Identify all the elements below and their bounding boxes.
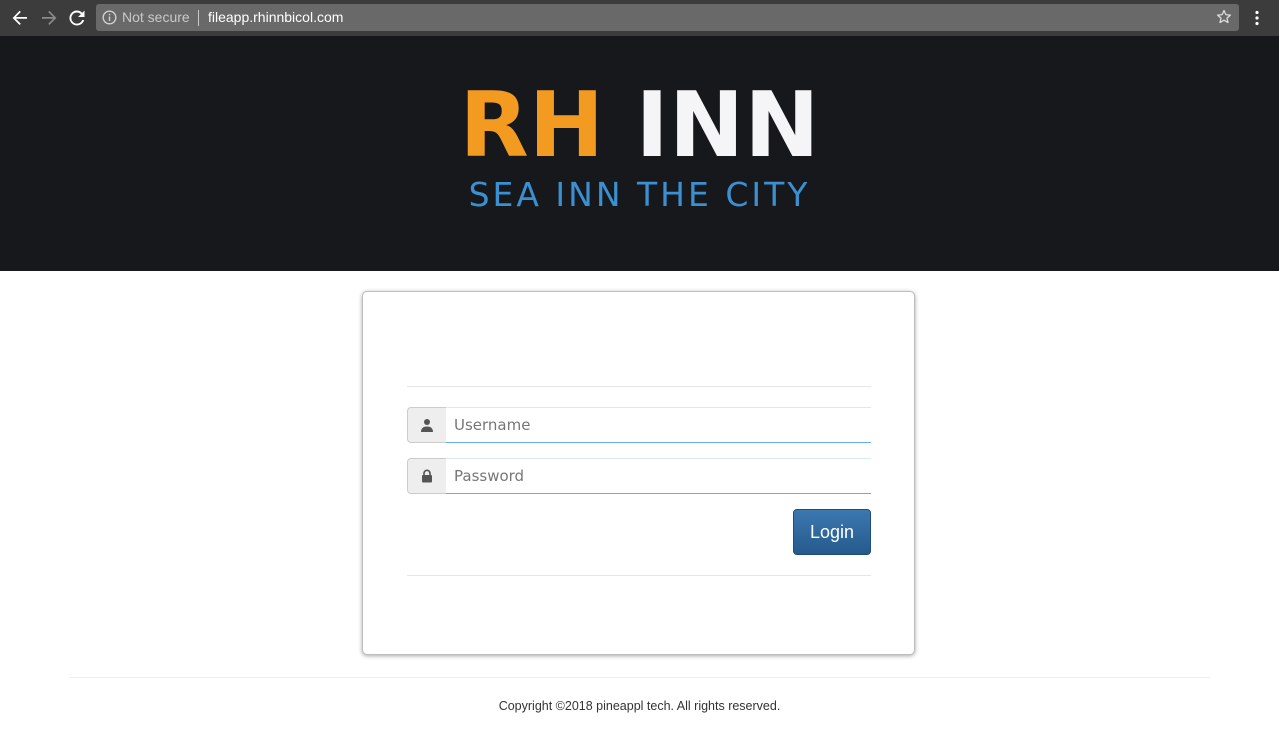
header-banner: RH INN SEA INN THE CITY — [0, 36, 1279, 271]
url-text[interactable]: fileapp.rhinnbicol.com — [208, 9, 343, 26]
logo-rh: RH — [459, 73, 605, 178]
info-icon[interactable] — [102, 10, 117, 25]
arrow-left-icon — [12, 10, 27, 25]
logo-wordmark: RH INN — [0, 80, 1279, 172]
security-status[interactable]: Not secure — [122, 9, 190, 26]
lock-icon — [422, 469, 432, 483]
browser-toolbar: Not secure fileapp.rhinnbicol.com — [0, 0, 1279, 36]
reload-icon — [69, 10, 85, 26]
login-button[interactable]: Login — [793, 509, 871, 555]
address-divider — [198, 10, 199, 26]
username-input[interactable] — [446, 407, 871, 443]
password-input[interactable] — [446, 458, 871, 494]
user-icon — [421, 419, 433, 432]
vertical-dots-icon — [1255, 10, 1259, 26]
logo: RH INN SEA INN THE CITY — [0, 36, 1279, 271]
browser-menu-button[interactable] — [1247, 6, 1267, 30]
back-button[interactable] — [8, 6, 32, 30]
divider-top — [407, 386, 871, 387]
footer-divider — [69, 677, 1210, 678]
reload-button[interactable] — [65, 6, 89, 30]
address-bar[interactable]: Not secure fileapp.rhinnbicol.com — [96, 4, 1239, 31]
star-icon[interactable] — [1215, 8, 1233, 26]
password-addon — [407, 458, 447, 494]
forward-button[interactable] — [37, 6, 61, 30]
username-row — [407, 407, 871, 443]
username-addon — [407, 407, 447, 443]
divider-bottom — [407, 575, 871, 576]
login-card: Login — [362, 291, 915, 655]
copyright-text: Copyright ©2018 pineappl tech. All right… — [498, 699, 781, 713]
arrow-right-icon — [42, 10, 57, 25]
logo-inn: INN — [635, 73, 820, 178]
password-row — [407, 458, 871, 494]
logo-tagline: SEA INN THE CITY — [468, 175, 811, 214]
